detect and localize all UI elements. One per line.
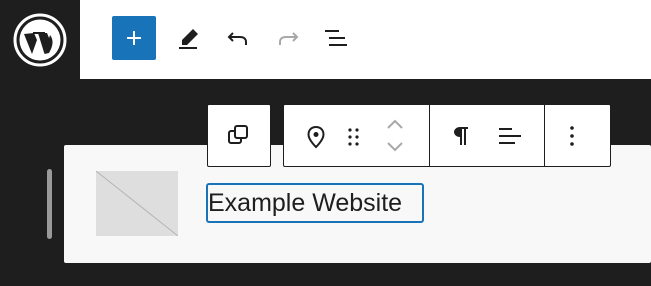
document-overview-button[interactable]	[314, 16, 358, 60]
logo-placeholder-image[interactable]	[95, 170, 179, 237]
more-options-button[interactable]	[567, 124, 577, 148]
align-button[interactable]	[497, 125, 523, 147]
list-view-icon	[325, 30, 347, 46]
toolbar-divider	[544, 105, 545, 166]
drag-handle-icon	[348, 128, 359, 146]
redo-icon	[279, 32, 299, 45]
site-title[interactable]: Example Website	[206, 183, 424, 223]
chevron-down-icon	[387, 142, 403, 152]
chevron-up-icon	[387, 119, 403, 129]
wordpress-logo-icon[interactable]	[0, 0, 80, 79]
align-left-icon	[499, 128, 521, 144]
undo-button[interactable]	[216, 16, 260, 60]
move-down-button[interactable]	[385, 140, 405, 154]
paragraph-icon	[454, 127, 468, 145]
move-up-button[interactable]	[385, 117, 405, 131]
undo-icon	[227, 32, 247, 45]
tools-button[interactable]	[167, 16, 211, 60]
plus-icon	[127, 31, 141, 45]
pencil-icon	[179, 29, 198, 49]
top-toolbar	[0, 0, 651, 79]
location-pin-icon	[307, 125, 325, 149]
transform-button[interactable]	[226, 124, 252, 148]
add-block-button[interactable]	[112, 16, 156, 60]
transform-icon	[228, 125, 248, 144]
redo-button[interactable]	[266, 16, 310, 60]
block-transform-group	[207, 104, 271, 167]
block-toolbar	[283, 104, 611, 167]
site-logo-button[interactable]	[304, 124, 328, 150]
resize-handle[interactable]	[47, 169, 52, 239]
paragraph-button[interactable]	[450, 124, 472, 148]
drag-handle[interactable]	[346, 126, 362, 148]
more-vertical-icon	[570, 126, 574, 146]
toolbar-divider	[429, 105, 430, 166]
